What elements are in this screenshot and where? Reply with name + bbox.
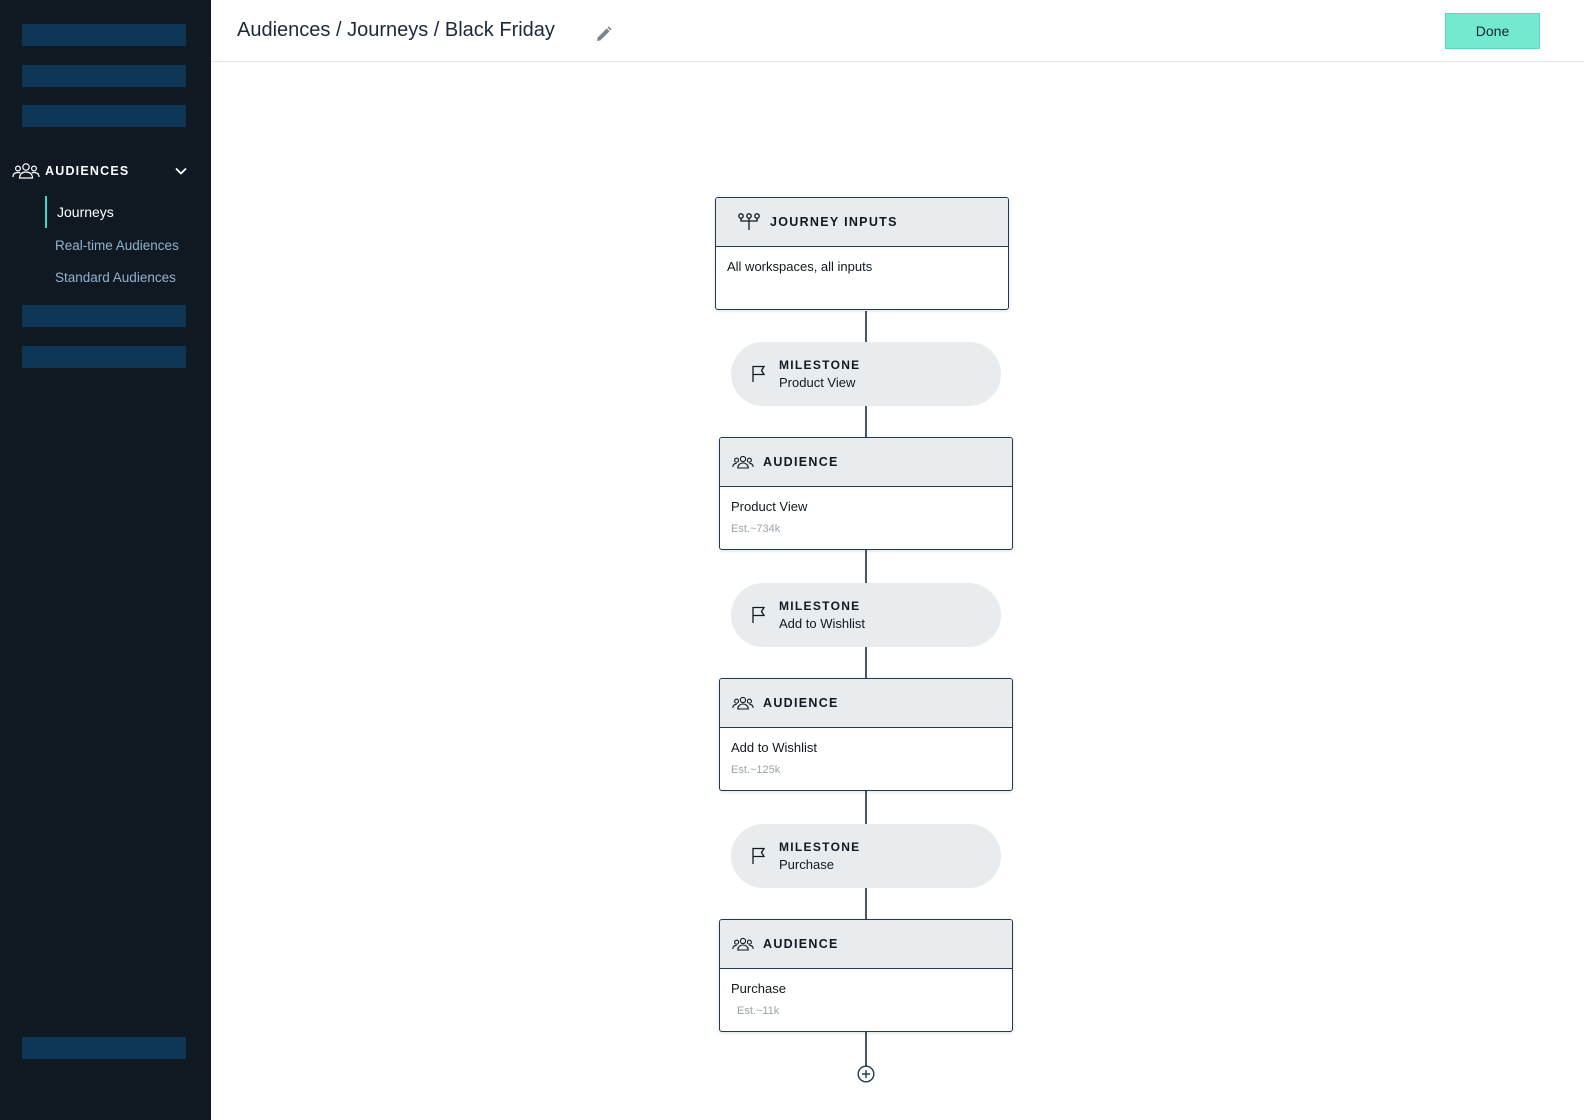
audience-estimate: Est.~125k bbox=[731, 764, 781, 776]
node-title: AUDIENCE bbox=[763, 455, 839, 469]
node-header: JOURNEY INPUTS bbox=[716, 198, 1008, 247]
inputs-icon bbox=[737, 212, 761, 232]
chevron-down-icon[interactable] bbox=[174, 164, 188, 178]
audience-node[interactable]: AUDIENCE Product View Est.~734k bbox=[719, 437, 1013, 550]
milestone-node[interactable]: MILESTONE Purchase bbox=[731, 824, 1001, 888]
milestone-text: MILESTONE Add to Wishlist bbox=[779, 599, 865, 631]
audience-estimate: Est.~734k bbox=[731, 523, 781, 535]
audience-name: Add to Wishlist bbox=[731, 740, 817, 755]
sidebar-placeholder-item[interactable] bbox=[22, 1037, 186, 1059]
sidebar-placeholder-item[interactable] bbox=[22, 65, 186, 87]
node-body: All workspaces, all inputs bbox=[716, 247, 1008, 286]
page-header: Audiences / Journeys / Black Friday Done bbox=[211, 0, 1584, 62]
milestone-text: MILESTONE Product View bbox=[779, 358, 861, 390]
sidebar-item-journeys[interactable]: Journeys bbox=[45, 196, 205, 228]
audience-name: Product View bbox=[731, 499, 808, 514]
node-body: Product View Est.~734k bbox=[720, 487, 1012, 547]
people-icon bbox=[732, 455, 754, 469]
sidebar-section-audiences[interactable]: AUDIENCES bbox=[12, 160, 198, 182]
people-icon bbox=[732, 937, 754, 951]
people-icon bbox=[732, 696, 754, 710]
journey-inputs-node[interactable]: JOURNEY INPUTS All workspaces, all input… bbox=[715, 197, 1009, 310]
connector-line bbox=[865, 406, 867, 437]
sidebar-placeholder-item[interactable] bbox=[22, 305, 186, 327]
node-title: JOURNEY INPUTS bbox=[770, 215, 898, 229]
flag-icon bbox=[751, 365, 767, 383]
pencil-icon[interactable] bbox=[595, 25, 613, 43]
sidebar: AUDIENCES Journeys Real-time Audiences S… bbox=[0, 0, 211, 1120]
node-title: AUDIENCE bbox=[763, 937, 839, 951]
audience-node[interactable]: AUDIENCE Purchase Est.~11k bbox=[719, 919, 1013, 1032]
flag-icon bbox=[751, 847, 767, 865]
breadcrumb: Audiences / Journeys / Black Friday bbox=[237, 19, 555, 41]
milestone-name: Product View bbox=[779, 375, 856, 390]
sidebar-section-label: AUDIENCES bbox=[45, 164, 130, 178]
milestone-text: MILESTONE Purchase bbox=[779, 840, 861, 872]
milestone-label: MILESTONE bbox=[779, 599, 861, 613]
connector-line bbox=[865, 790, 867, 824]
connector-line bbox=[865, 549, 867, 583]
node-text: All workspaces, all inputs bbox=[727, 259, 873, 274]
audience-name: Purchase bbox=[731, 981, 786, 996]
node-header: AUDIENCE bbox=[720, 679, 1012, 728]
sidebar-item-standard-audiences[interactable]: Standard Audiences bbox=[45, 265, 205, 291]
milestone-name: Add to Wishlist bbox=[779, 616, 865, 631]
audience-estimate: Est.~11k bbox=[737, 1005, 780, 1017]
connector-line bbox=[865, 888, 867, 919]
sidebar-placeholder-item[interactable] bbox=[22, 24, 186, 46]
plus-circle-icon[interactable] bbox=[857, 1065, 875, 1083]
milestone-label: MILESTONE bbox=[779, 840, 861, 854]
sidebar-placeholder-item[interactable] bbox=[22, 346, 186, 368]
node-header: AUDIENCE bbox=[720, 438, 1012, 487]
sidebar-item-real-time-audiences[interactable]: Real-time Audiences bbox=[45, 233, 205, 259]
people-icon bbox=[12, 162, 40, 180]
node-body: Purchase Est.~11k bbox=[720, 969, 1012, 1029]
node-body: Add to Wishlist Est.~125k bbox=[720, 728, 1012, 788]
connector-line bbox=[865, 647, 867, 678]
flag-icon bbox=[751, 606, 767, 624]
milestone-name: Purchase bbox=[779, 857, 834, 872]
audience-node[interactable]: AUDIENCE Add to Wishlist Est.~125k bbox=[719, 678, 1013, 791]
node-header: AUDIENCE bbox=[720, 920, 1012, 969]
sidebar-placeholder-item[interactable] bbox=[22, 105, 186, 127]
connector-line bbox=[865, 1031, 867, 1066]
done-button[interactable]: Done bbox=[1445, 13, 1540, 49]
node-title: AUDIENCE bbox=[763, 696, 839, 710]
milestone-node[interactable]: MILESTONE Add to Wishlist bbox=[731, 583, 1001, 647]
milestone-node[interactable]: MILESTONE Product View bbox=[731, 342, 1001, 406]
connector-line bbox=[865, 311, 867, 342]
sidebar-subnav: Journeys Real-time Audiences Standard Au… bbox=[45, 196, 205, 291]
milestone-label: MILESTONE bbox=[779, 358, 861, 372]
